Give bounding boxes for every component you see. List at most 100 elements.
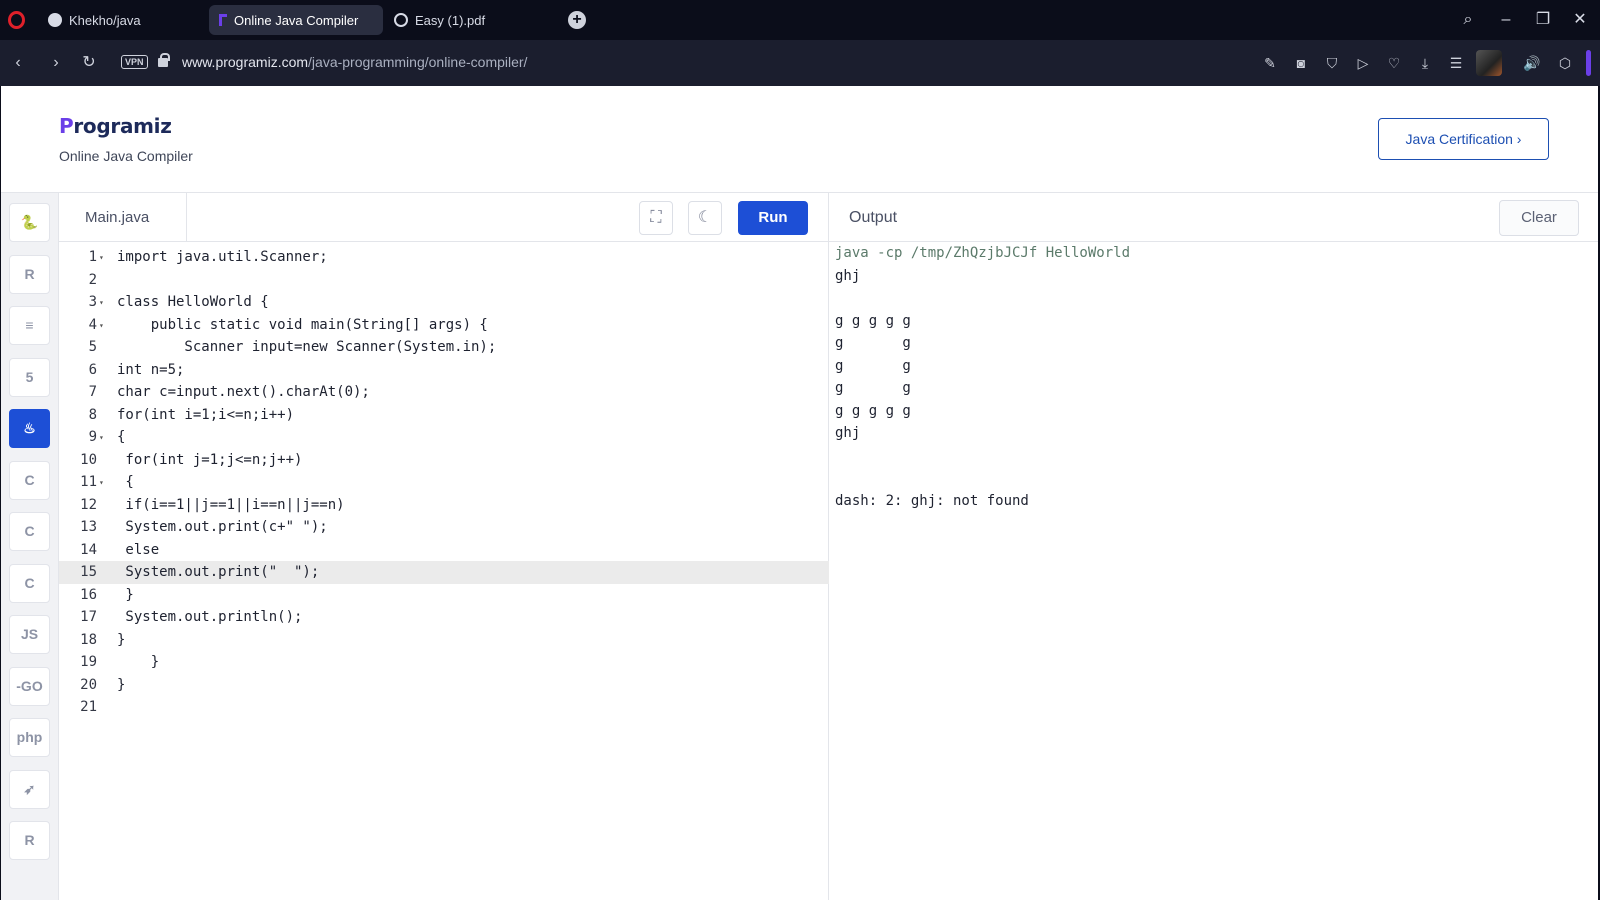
line-number: 11 (80, 474, 97, 490)
code-line[interactable]: 13 System.out.print(c+" "); (59, 516, 829, 539)
url-field[interactable]: www.programiz.com/java-programming/onlin… (182, 54, 527, 70)
speaker-icon[interactable]: 🔊 (1522, 53, 1542, 73)
reload-icon[interactable]: ↻ (77, 51, 101, 75)
code-line[interactable]: 12 if(i==1||j==1||i==n||j==n) (59, 494, 829, 517)
output-console[interactable]: java -cp /tmp/ZhQzjbJCJf HelloWorld ghj g … (829, 242, 1598, 900)
browser-tab-pdf[interactable]: Easy (1).pdf (384, 5, 544, 35)
language-java-button[interactable]: ♨ (9, 409, 50, 448)
code-line[interactable]: 18} (59, 629, 829, 652)
url-path: /java-programming/online-compiler/ (308, 54, 528, 70)
menu-icon[interactable]: ☰ (1446, 53, 1466, 73)
language-go-button[interactable]: -GO (9, 666, 50, 706)
code-line[interactable]: 11 ▾ { (59, 471, 829, 494)
language-csharp-button[interactable]: C (9, 563, 50, 603)
language-cpp-button[interactable]: C (9, 512, 50, 551)
csharp-icon: C (24, 574, 35, 591)
shield-icon[interactable]: ⛉ (1322, 53, 1342, 73)
code-area[interactable]: 1 ▾ import java.util.Scanner; 2 3 ▾ class Hell… (59, 242, 829, 900)
language-php-button[interactable]: php (9, 718, 50, 757)
language-sql-button[interactable]: ≡ (9, 306, 50, 345)
java-certification-button[interactable]: Java Certification › (1378, 118, 1549, 160)
fold-arrow-icon[interactable]: ▾ (99, 246, 104, 269)
dark-mode-icon[interactable]: ☾ (688, 201, 722, 235)
line-number: 5 (88, 339, 97, 355)
code-text: import java.util.Scanner; (117, 249, 328, 265)
fold-arrow-icon[interactable]: ▾ (99, 314, 104, 337)
line-number: 3 (88, 294, 97, 310)
language-html-button[interactable]: 5 (9, 357, 50, 397)
close-icon[interactable]: ✕ (1568, 8, 1592, 32)
language-c-button[interactable]: C (9, 460, 50, 500)
line-number: 18 (80, 631, 97, 648)
search-icon[interactable]: ⌕ (1456, 8, 1480, 32)
github-icon (48, 13, 62, 27)
code-line[interactable]: 8 for(int i=1;i<=n;i++) (59, 404, 829, 427)
minimize-icon[interactable]: – (1494, 8, 1518, 32)
code-text: else (117, 541, 160, 558)
camera-icon[interactable]: ◙ (1291, 53, 1311, 73)
fold-arrow-icon[interactable]: ▾ (99, 291, 104, 314)
code-text: if(i==1||j==1||i==n||j==n) (117, 496, 345, 513)
fold-arrow-icon[interactable]: ▾ (99, 426, 104, 449)
code-text: } (117, 654, 160, 670)
output-line: ghj (835, 267, 861, 284)
heart-icon[interactable]: ♡ (1384, 53, 1404, 73)
edit-icon[interactable]: ✎ (1260, 53, 1280, 73)
line-number: 12 (80, 496, 97, 513)
browser-tab-compiler[interactable]: Online Java Compiler (209, 5, 383, 35)
profile-avatar[interactable] (1476, 50, 1502, 76)
code-text: { (117, 429, 126, 445)
code-line[interactable]: 15 System.out.print(" "); (59, 561, 829, 584)
language-rust-button[interactable]: R (9, 821, 50, 860)
code-line[interactable]: 17 System.out.println(); (59, 606, 829, 629)
run-button[interactable]: Run (738, 201, 808, 235)
language-r-button[interactable]: R (9, 254, 50, 294)
clear-button[interactable]: Clear (1499, 200, 1579, 236)
cube-icon[interactable]: ⬡ (1555, 53, 1575, 73)
vpn-badge[interactable]: VPN (121, 55, 148, 69)
fold-arrow-icon[interactable]: ▾ (99, 471, 104, 494)
programiz-logo[interactable]: Programiz (59, 114, 172, 138)
file-tab-main[interactable]: Main.java (59, 193, 187, 242)
output-title: Output (849, 209, 898, 226)
code-text: } (117, 586, 134, 603)
editor-toolbar: Main.java ⛶ ☾ Run (59, 193, 829, 242)
code-line[interactable]: 21 (59, 696, 829, 719)
code-line[interactable]: 1 ▾ import java.util.Scanner; (59, 246, 829, 269)
browser-tab-github[interactable]: Khekho/java (38, 5, 198, 35)
forward-icon[interactable]: › (44, 51, 68, 75)
download-icon[interactable]: ⤓ (1415, 53, 1435, 73)
output-line: g g g g g (835, 312, 911, 329)
code-line[interactable]: 7 char c=input.next().charAt(0); (59, 381, 829, 404)
code-line[interactable]: 16 } (59, 584, 829, 607)
code-line[interactable]: 20} (59, 674, 829, 697)
language-python-button[interactable]: 🐍 (9, 203, 50, 242)
code-line[interactable]: 4 ▾ public static void main(String[] args… (59, 314, 829, 337)
code-line[interactable]: 5 Scanner input=new Scanner(System.in); (59, 336, 829, 359)
play-icon[interactable]: ▷ (1353, 53, 1373, 73)
language-swift-button[interactable]: ➶ (9, 769, 50, 809)
line-number: 1 (88, 249, 97, 265)
code-line[interactable]: 6 int n=5; (59, 359, 829, 382)
code-line[interactable]: 9 ▾ { (59, 426, 829, 449)
new-tab-button[interactable]: + (568, 11, 586, 29)
code-text: class HelloWorld { (117, 294, 269, 310)
html-icon: 5 (25, 368, 34, 385)
lock-icon[interactable] (158, 53, 170, 67)
back-icon[interactable]: ‹ (6, 51, 30, 75)
code-text: } (117, 631, 126, 648)
code-line[interactable]: 19 } (59, 651, 829, 674)
opera-logo-icon[interactable] (8, 11, 25, 29)
globe-icon (394, 13, 408, 27)
r-icon: R (24, 265, 35, 282)
page-subtitle: Online Java Compiler (59, 148, 193, 164)
code-line[interactable]: 14 else (59, 539, 829, 562)
code-line[interactable]: 2 (59, 269, 829, 292)
restore-icon[interactable]: ❐ (1531, 8, 1555, 32)
fullscreen-icon[interactable]: ⛶ (639, 201, 673, 235)
code-text: Scanner input=new Scanner(System.in); (117, 339, 497, 355)
language-javascript-button[interactable]: JS (9, 615, 50, 654)
code-line[interactable]: 3 ▾ class HelloWorld { (59, 291, 829, 314)
web-page: Programiz Online Java Compiler Java Cert… (1, 86, 1598, 900)
code-line[interactable]: 10 for(int j=1;j<=n;j++) (59, 449, 829, 472)
